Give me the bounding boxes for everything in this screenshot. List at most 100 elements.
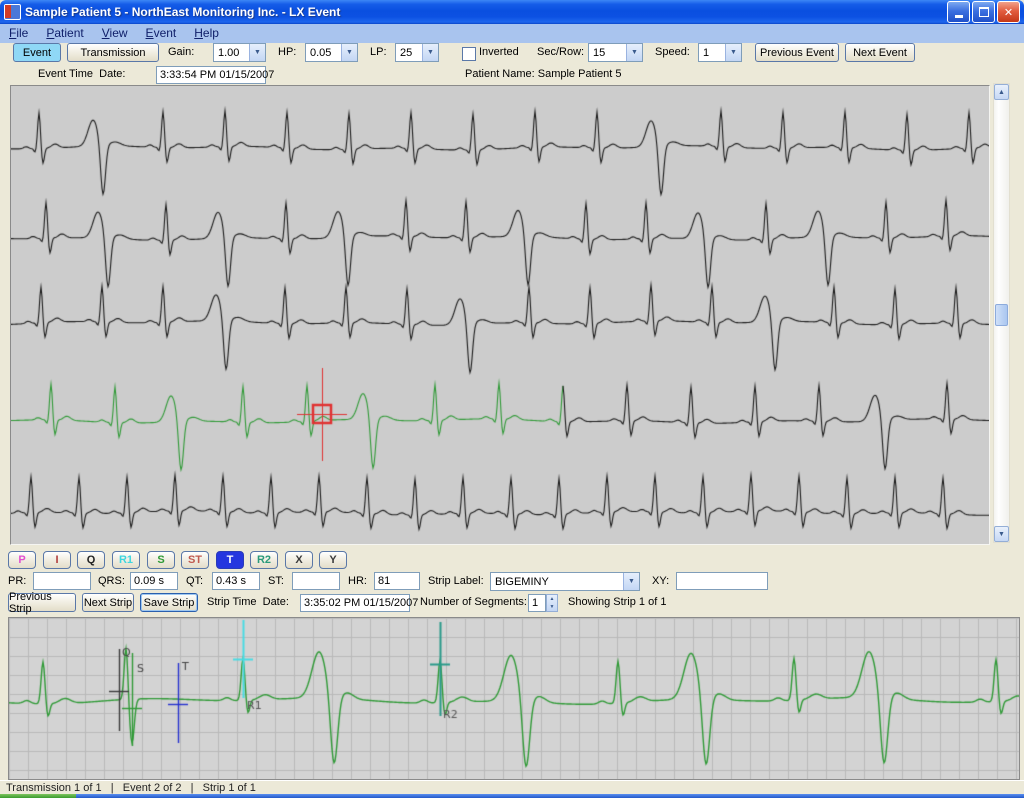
- strip-time-field[interactable]: 3:35:02 PM 01/15/2007: [300, 594, 410, 612]
- hp-value: 0.05: [306, 47, 341, 59]
- inverted-checkbox[interactable]: [462, 47, 476, 61]
- sec-row-value: 15: [589, 47, 626, 59]
- marker-button-t[interactable]: T: [216, 551, 244, 569]
- event-time-label: Event Time Date:: [38, 68, 125, 80]
- menu-patient[interactable]: Patient: [37, 24, 92, 43]
- marker-button-x[interactable]: X: [285, 551, 313, 569]
- menu-file[interactable]: File: [0, 24, 37, 43]
- hp-label: HP:: [278, 46, 296, 58]
- st-label: ST:: [268, 575, 284, 587]
- menu-event[interactable]: Event: [137, 24, 186, 43]
- start-button-edge: [0, 794, 76, 798]
- menu-view[interactable]: View: [93, 24, 137, 43]
- next-event-button[interactable]: Next Event: [845, 43, 915, 62]
- gain-label: Gain:: [168, 46, 194, 58]
- segments-spinner-arrows[interactable]: ▲ ▼: [546, 594, 558, 612]
- scroll-up-icon: ▲: [998, 89, 1005, 96]
- transmission-view-button[interactable]: Transmission: [67, 43, 159, 62]
- qrs-field[interactable]: 0.09 s: [130, 572, 178, 590]
- xy-label: XY:: [652, 575, 669, 587]
- st-field[interactable]: [292, 572, 340, 590]
- lp-select[interactable]: 25 ▼: [395, 43, 439, 62]
- pr-label: PR:: [8, 575, 26, 587]
- patient-name-label: Patient Name: Sample Patient 5: [465, 68, 622, 80]
- close-button[interactable]: ✕: [997, 1, 1020, 23]
- sec-row-select[interactable]: 15 ▼: [588, 43, 643, 62]
- gain-value: 1.00: [214, 47, 249, 59]
- scroll-down-button[interactable]: ▼: [994, 526, 1009, 542]
- hp-select[interactable]: 0.05 ▼: [305, 43, 358, 62]
- previous-strip-button[interactable]: Previous Strip: [8, 593, 76, 612]
- marker-button-r2[interactable]: R2: [250, 551, 278, 569]
- strip-control-row: Previous Strip Next Strip Save Strip Str…: [0, 593, 1024, 614]
- chevron-down-icon[interactable]: ▼: [341, 44, 357, 61]
- event-info-bar: Event Time Date: 3:33:54 PM 01/15/2007 P…: [0, 65, 1024, 85]
- strip-view[interactable]: [8, 617, 1020, 780]
- app-icon: [4, 4, 21, 20]
- measurement-row: PR: QRS: 0.09 s QT: 0.43 s ST: HR: 81 St…: [0, 572, 1024, 592]
- marker-button-s[interactable]: S: [147, 551, 175, 569]
- xy-field[interactable]: [676, 572, 768, 590]
- speed-select[interactable]: 1 ▼: [698, 43, 742, 62]
- marker-button-p[interactable]: P: [8, 551, 36, 569]
- ecg-event-view[interactable]: [10, 85, 990, 545]
- ecg-waveform-canvas[interactable]: [11, 86, 989, 544]
- title-bar: Sample Patient 5 - NorthEast Monitoring …: [0, 0, 1024, 24]
- showing-strip-label: Showing Strip 1 of 1: [568, 596, 666, 608]
- spinner-up-icon[interactable]: ▲: [547, 595, 557, 603]
- pr-field[interactable]: [33, 572, 91, 590]
- chevron-down-icon[interactable]: ▼: [249, 44, 265, 61]
- qt-label: QT:: [186, 575, 203, 587]
- speed-value: 1: [699, 47, 725, 59]
- scroll-down-icon: ▼: [998, 531, 1005, 538]
- hr-label: HR:: [348, 575, 367, 587]
- restore-icon: [979, 7, 989, 17]
- spinner-down-icon[interactable]: ▼: [547, 603, 557, 611]
- marker-button-row: P I Q R1 S ST T R2 X Y: [0, 551, 1024, 570]
- sec-row-label: Sec/Row:: [537, 46, 584, 58]
- lx-event-window: Sample Patient 5 - NorthEast Monitoring …: [0, 0, 1024, 798]
- save-strip-button[interactable]: Save Strip: [140, 593, 198, 612]
- minimize-button[interactable]: [947, 1, 970, 23]
- marker-button-r1[interactable]: R1: [112, 551, 140, 569]
- chevron-down-icon[interactable]: ▼: [422, 44, 438, 61]
- strip-label-value: BIGEMINY: [491, 576, 623, 588]
- chevron-down-icon[interactable]: ▼: [623, 573, 639, 590]
- taskbar-edge: [0, 794, 1024, 798]
- gain-select[interactable]: 1.00 ▼: [213, 43, 266, 62]
- strip-label-select[interactable]: BIGEMINY ▼: [490, 572, 640, 591]
- strip-time-label: Strip Time Date:: [207, 596, 289, 608]
- minimize-icon: [955, 15, 963, 18]
- restore-button[interactable]: [972, 1, 995, 23]
- scroll-up-button[interactable]: ▲: [994, 84, 1009, 100]
- strip-label-label: Strip Label:: [428, 575, 484, 587]
- lp-label: LP:: [370, 46, 387, 58]
- toolbar: Event Transmission Gain: 1.00 ▼ HP: 0.05…: [0, 43, 1024, 65]
- inverted-label: Inverted: [479, 46, 519, 58]
- marker-button-q[interactable]: Q: [77, 551, 105, 569]
- segments-spinner[interactable]: 1: [528, 594, 546, 612]
- menu-bar: File Patient View Event Help: [0, 24, 1024, 43]
- next-strip-button[interactable]: Next Strip: [82, 593, 134, 612]
- scroll-thumb[interactable]: [995, 304, 1008, 326]
- speed-label: Speed:: [655, 46, 690, 58]
- segments-label: Number of Segments:: [420, 596, 527, 608]
- qt-field[interactable]: 0.43 s: [212, 572, 260, 590]
- event-time-field[interactable]: 3:33:54 PM 01/15/2007: [156, 66, 266, 84]
- marker-button-y[interactable]: Y: [319, 551, 347, 569]
- strip-waveform-canvas[interactable]: [9, 618, 1019, 779]
- chevron-down-icon[interactable]: ▼: [626, 44, 642, 61]
- marker-button-st[interactable]: ST: [181, 551, 209, 569]
- marker-button-i[interactable]: I: [43, 551, 71, 569]
- lp-value: 25: [396, 47, 422, 59]
- previous-event-button[interactable]: Previous Event: [755, 43, 839, 62]
- ecg-scrollbar[interactable]: ▲ ▼: [993, 83, 1010, 543]
- status-bar: Transmission 1 of 1 | Event 2 of 2 | Str…: [0, 780, 1024, 794]
- window-title: Sample Patient 5 - NorthEast Monitoring …: [25, 5, 947, 19]
- chevron-down-icon[interactable]: ▼: [725, 44, 741, 61]
- menu-help[interactable]: Help: [185, 24, 228, 43]
- event-view-button[interactable]: Event: [13, 43, 61, 62]
- close-icon: ✕: [1004, 6, 1013, 19]
- qrs-label: QRS:: [98, 575, 125, 587]
- hr-field[interactable]: 81: [374, 572, 420, 590]
